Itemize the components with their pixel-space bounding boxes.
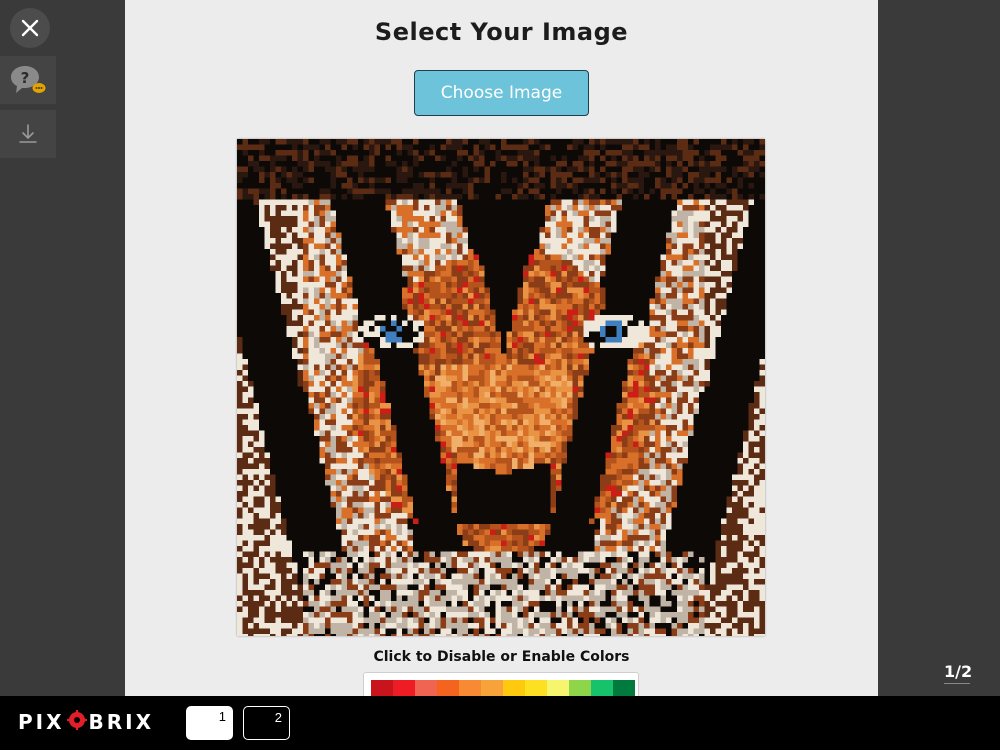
palette-swatch[interactable] — [613, 680, 635, 696]
color-palette — [363, 672, 639, 696]
page-indicator: 1/2 — [944, 662, 973, 681]
pixel-art-preview[interactable] — [237, 139, 765, 636]
brand-right: BRIX — [88, 710, 155, 734]
palette-swatch[interactable] — [437, 680, 459, 696]
page-indicator-underline — [944, 683, 970, 684]
svg-text:?: ? — [21, 69, 30, 87]
page-thumb-2[interactable]: 2 — [243, 706, 290, 740]
palette-swatch[interactable] — [569, 680, 591, 696]
brand-mark-icon — [66, 709, 87, 735]
help-button[interactable]: ? — [0, 56, 56, 104]
close-icon — [21, 19, 39, 37]
bottom-bar: PIX BRIX 1 2 — [0, 696, 1000, 750]
palette-swatch[interactable] — [503, 680, 525, 696]
palette-swatch[interactable] — [591, 680, 613, 696]
palette-swatch[interactable] — [525, 680, 547, 696]
download-icon — [19, 124, 37, 143]
palette-swatch[interactable] — [481, 680, 503, 696]
close-button[interactable] — [10, 8, 50, 48]
brand-left: PIX — [18, 710, 65, 734]
palette-swatch[interactable] — [415, 680, 437, 696]
page-title: Select Your Image — [374, 18, 629, 46]
brand-logo: PIX BRIX — [18, 709, 155, 735]
download-button[interactable] — [0, 110, 56, 158]
palette-swatch[interactable] — [547, 680, 569, 696]
palette-swatch[interactable] — [393, 680, 415, 696]
palette-swatch[interactable] — [459, 680, 481, 696]
tiger-mosaic-image — [237, 139, 765, 636]
choose-image-button[interactable]: Choose Image — [414, 70, 589, 116]
help-chat-icon: ? — [11, 66, 46, 93]
image-select-panel: Select Your Image Choose Image Click to … — [125, 0, 878, 696]
palette-instruction: Click to Disable or Enable Colors — [373, 649, 630, 665]
palette-swatch[interactable] — [371, 680, 393, 696]
page-thumb-1[interactable]: 1 — [186, 706, 233, 740]
